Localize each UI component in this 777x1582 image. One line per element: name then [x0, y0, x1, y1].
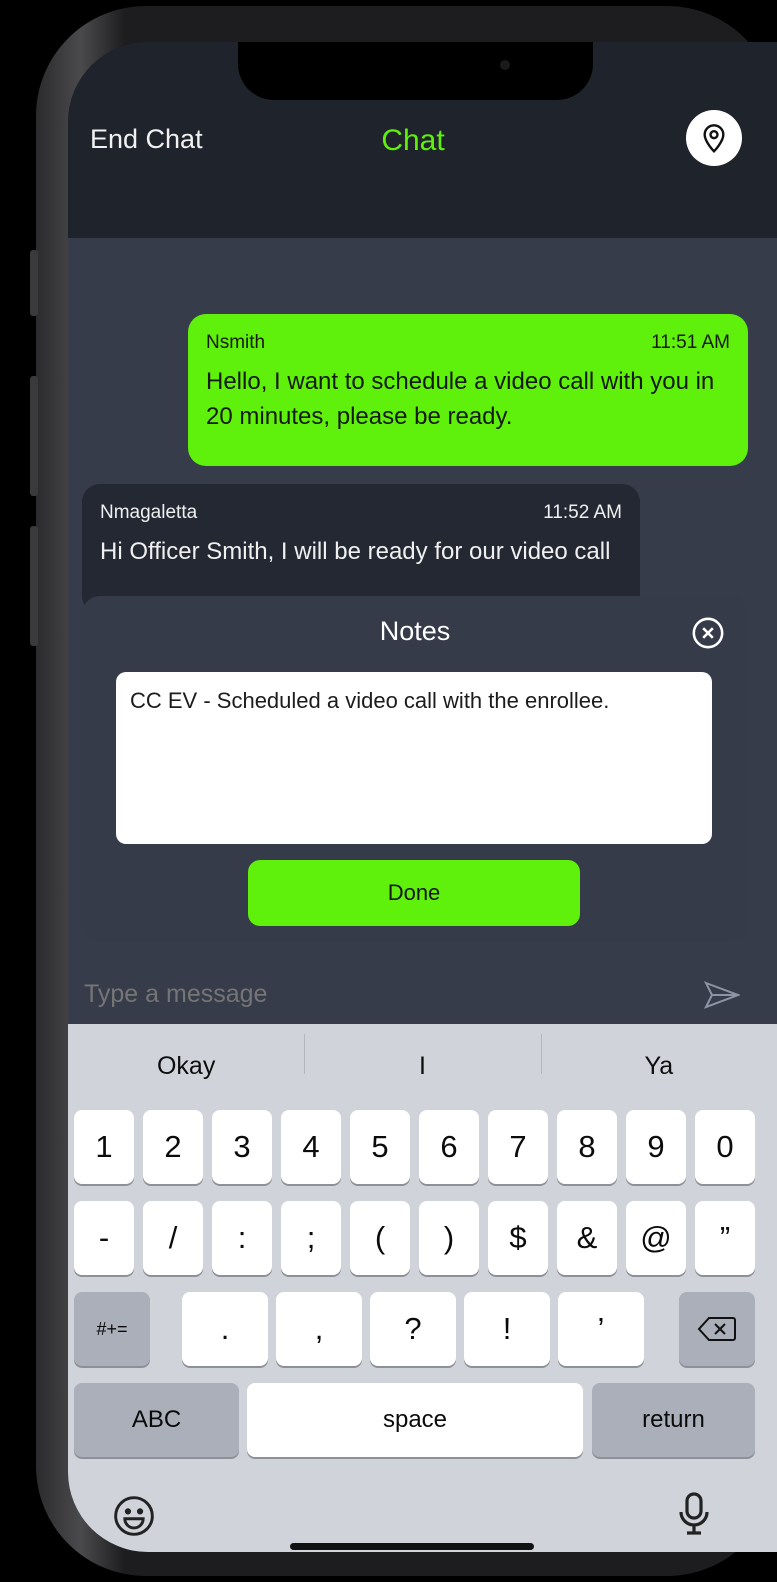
key-exclamation[interactable]: ! [464, 1292, 550, 1366]
message-bubble-outgoing: Nsmith 11:51 AM Hello, I want to schedul… [188, 314, 748, 466]
notes-text-field[interactable]: CC EV - Scheduled a video call with the … [116, 672, 712, 844]
key-2[interactable]: 2 [143, 1110, 203, 1184]
key-4[interactable]: 4 [281, 1110, 341, 1184]
close-icon[interactable] [691, 616, 725, 650]
key-slash[interactable]: / [143, 1201, 203, 1275]
key-1[interactable]: 1 [74, 1110, 134, 1184]
key-abc[interactable]: ABC [74, 1383, 239, 1457]
backspace-icon [697, 1317, 736, 1341]
space-key[interactable]: space [247, 1383, 583, 1457]
key-6[interactable]: 6 [419, 1110, 479, 1184]
message-time: 11:52 AM [543, 502, 622, 523]
key-8[interactable]: 8 [557, 1110, 617, 1184]
message-text: Hello, I want to schedule a video call w… [206, 368, 715, 430]
microphone-icon[interactable] [674, 1490, 714, 1538]
key-7[interactable]: 7 [488, 1110, 548, 1184]
notch [238, 42, 593, 100]
screen: End Chat Chat Nsmith 11:51 AM Hello, I w… [68, 42, 777, 1552]
suggestion-item[interactable]: Ya [540, 1033, 777, 1081]
location-pin-icon [703, 124, 725, 154]
emoji-icon[interactable] [112, 1494, 156, 1538]
return-key[interactable]: return [592, 1383, 755, 1457]
message-sender: Nsmith [206, 332, 266, 353]
key-dollar[interactable]: $ [488, 1201, 548, 1275]
key-5[interactable]: 5 [350, 1110, 410, 1184]
key-close-paren[interactable]: ) [419, 1201, 479, 1275]
message-text: Hi Officer Smith, I will be ready for ou… [100, 538, 611, 565]
key-3[interactable]: 3 [212, 1110, 272, 1184]
key-0[interactable]: 0 [695, 1110, 755, 1184]
suggestion-bar: Okay I Ya [68, 1024, 777, 1108]
camera [500, 60, 510, 70]
key-apostrophe[interactable]: ’ [558, 1292, 644, 1366]
suggestion-item[interactable]: Okay [68, 1052, 304, 1081]
key-quote[interactable]: ” [695, 1201, 755, 1275]
message-bubble-incoming: Nmagaletta 11:52 AM Hi Officer Smith, I … [82, 484, 640, 614]
notes-panel: Notes CC EV - Scheduled a video call wit… [82, 596, 748, 942]
keyboard: Okay I Ya 1 2 3 4 5 6 7 8 9 0 - / : ; ( … [68, 1024, 777, 1552]
side-button-silent [30, 250, 38, 316]
message-composer [68, 968, 777, 1024]
location-button[interactable] [686, 110, 742, 166]
key-at[interactable]: @ [626, 1201, 686, 1275]
backspace-key[interactable] [679, 1292, 755, 1366]
key-period[interactable]: . [182, 1292, 268, 1366]
key-open-paren[interactable]: ( [350, 1201, 410, 1275]
message-input[interactable] [84, 972, 684, 1016]
message-time: 11:51 AM [651, 332, 730, 353]
key-hyphen[interactable]: - [74, 1201, 134, 1275]
key-question[interactable]: ? [370, 1292, 456, 1366]
key-semicolon[interactable]: ; [281, 1201, 341, 1275]
notes-title: Notes [379, 616, 451, 646]
side-button-volume-up [30, 376, 38, 496]
key-more-symbols[interactable]: #+= [74, 1292, 150, 1366]
key-9[interactable]: 9 [626, 1110, 686, 1184]
home-indicator[interactable] [290, 1543, 534, 1550]
key-comma[interactable]: , [276, 1292, 362, 1366]
suggestion-item[interactable]: I [304, 1033, 540, 1081]
key-ampersand[interactable]: & [557, 1201, 617, 1275]
message-sender: Nmagaletta [100, 502, 198, 523]
done-button[interactable]: Done [248, 860, 580, 926]
side-button-volume-down [30, 526, 38, 646]
send-icon[interactable] [704, 980, 740, 1010]
page-title: Chat [381, 124, 445, 157]
key-colon[interactable]: : [212, 1201, 272, 1275]
